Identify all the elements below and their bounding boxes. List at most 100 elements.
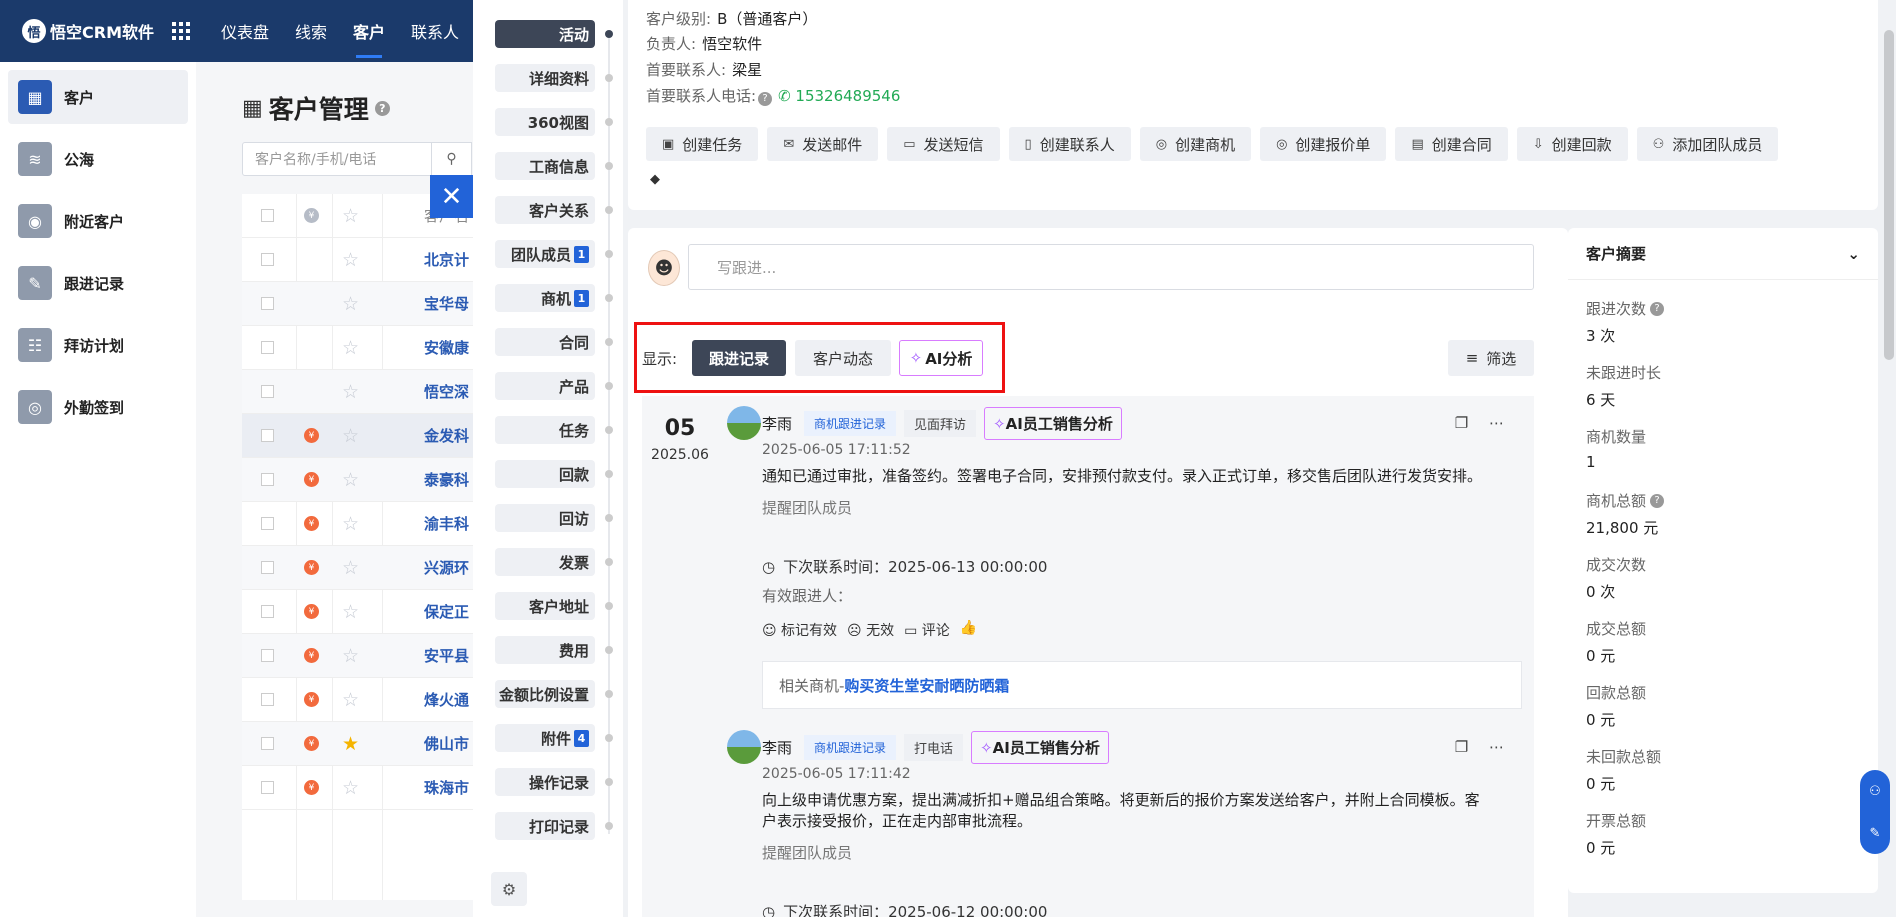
write-followup-input[interactable]: 写跟进... xyxy=(688,244,1534,290)
drawer-tab[interactable]: 合同 xyxy=(495,328,595,356)
drawer-tab[interactable]: 360视图 xyxy=(495,108,595,136)
sidebar-item-visit-plan[interactable]: ☷ 拜访计划 xyxy=(8,318,188,372)
action-button[interactable]: ▭ 发送短信 xyxy=(887,127,1000,161)
row-checkbox[interactable] xyxy=(261,517,274,530)
summary-header[interactable]: 客户摘要 ⌄ xyxy=(1568,228,1878,280)
star-icon[interactable]: ☆ xyxy=(342,777,359,799)
row-checkbox[interactable] xyxy=(261,429,274,442)
table-row[interactable]: ¥ ☆ 兴源环 xyxy=(242,546,502,590)
customer-name-link[interactable]: 保定正 xyxy=(424,601,480,622)
action-button[interactable]: ▤ 创建合同 xyxy=(1395,127,1508,161)
row-checkbox[interactable] xyxy=(261,649,274,662)
action-button[interactable]: ⇩ 创建回款 xyxy=(1516,127,1628,161)
drawer-tab[interactable]: 附件 4 xyxy=(495,724,595,752)
ai-sales-analysis-button[interactable]: ✧AI员工销售分析 xyxy=(984,406,1122,440)
table-row[interactable]: ¥ ☆ 安平县 xyxy=(242,634,502,678)
nav-customers[interactable]: 客户 xyxy=(340,0,398,62)
help-icon[interactable]: ? xyxy=(758,91,773,106)
sidebar-item-followups[interactable]: ✎ 跟进记录 xyxy=(8,256,188,310)
like-icon[interactable]: 👍 xyxy=(960,620,977,640)
drawer-tab[interactable]: 回访 xyxy=(495,504,595,532)
star-icon[interactable]: ☆ xyxy=(342,689,359,711)
star-icon[interactable]: ☆ xyxy=(342,337,359,359)
customer-name-link[interactable]: 兴源环 xyxy=(424,557,480,578)
table-row[interactable]: ¥ ☆ 保定正 xyxy=(242,590,502,634)
drawer-tab[interactable]: 操作记录 xyxy=(495,768,595,796)
search-input[interactable]: 客户名称/手机/电话 xyxy=(242,142,432,176)
scrollbar[interactable] xyxy=(1884,30,1894,360)
table-row[interactable]: ☆ 宝华母 xyxy=(242,282,502,326)
table-row[interactable]: ☆ 北京计 xyxy=(242,238,502,282)
phone-link[interactable]: ✆ 15326489546 xyxy=(778,87,900,105)
sidebar-item-public-pool[interactable]: ≋ 公海 xyxy=(8,132,188,186)
entry-more-icon[interactable]: ❐ ⋯ xyxy=(1455,738,1512,756)
customer-name-link[interactable]: 安徽康 xyxy=(424,337,480,358)
drawer-tab[interactable]: 团队成员 1 xyxy=(495,240,595,268)
customer-name-link[interactable]: 珠海市 xyxy=(424,777,480,798)
customer-name-link[interactable]: 北京计 xyxy=(424,249,480,270)
nav-leads[interactable]: 线索 xyxy=(282,0,340,62)
star-icon[interactable]: ★ xyxy=(342,733,359,755)
row-checkbox[interactable] xyxy=(261,781,274,794)
related-opportunity-link[interactable]: 购买资生堂安耐晒防晒霜 xyxy=(844,675,1009,696)
star-icon[interactable]: ☆ xyxy=(342,645,359,667)
drawer-tab[interactable]: 产品 xyxy=(495,372,595,400)
table-row[interactable]: ¥ ☆ 珠海市 xyxy=(242,766,502,810)
row-checkbox[interactable] xyxy=(261,253,274,266)
tab-followup-records[interactable]: 跟进记录 xyxy=(692,340,786,376)
help-icon[interactable]: ? xyxy=(1650,301,1665,316)
row-checkbox[interactable] xyxy=(261,737,274,750)
star-icon[interactable]: ☆ xyxy=(342,425,359,447)
star-icon[interactable]: ☆ xyxy=(342,381,359,403)
action-button[interactable]: ⚇ 添加团队成员 xyxy=(1636,127,1779,161)
row-checkbox[interactable] xyxy=(261,473,274,486)
nav-dashboard[interactable]: 仪表盘 xyxy=(208,0,282,62)
drawer-tab[interactable]: 商机 1 xyxy=(495,284,595,312)
tab-customer-activity[interactable]: 客户动态 xyxy=(795,340,891,376)
chevron-down-icon[interactable]: ⌄ xyxy=(1847,245,1860,263)
customer-name-link[interactable]: 泰豪科 xyxy=(424,469,480,490)
sidebar-item-field-checkin[interactable]: ◎ 外勤签到 xyxy=(8,380,188,434)
drawer-tab[interactable]: 工商信息 xyxy=(495,152,595,180)
filter-button[interactable]: ≡ 筛选 xyxy=(1448,340,1534,376)
row-checkbox[interactable] xyxy=(261,385,274,398)
table-row[interactable]: ¥ ☆ 泰豪科 xyxy=(242,458,502,502)
drawer-tab[interactable]: 打印记录 xyxy=(495,812,595,840)
settings-sliders-icon[interactable]: ⚙ xyxy=(491,872,527,906)
table-row[interactable]: ¥ ★ 佛山市 xyxy=(242,722,502,766)
edit-icon[interactable]: ✎ xyxy=(1870,826,1881,841)
customer-name-link[interactable]: 烽火通 xyxy=(424,689,480,710)
row-checkbox[interactable] xyxy=(261,341,274,354)
row-checkbox[interactable] xyxy=(261,561,274,574)
comment-button[interactable]: ▭ 评论 xyxy=(904,620,950,640)
related-opportunity[interactable]: 相关商机- 购买资生堂安耐晒防晒霜 xyxy=(762,661,1522,709)
entry-more-icon[interactable]: ❐ ⋯ xyxy=(1455,414,1512,432)
select-all-checkbox[interactable] xyxy=(261,209,274,222)
star-icon[interactable]: ☆ xyxy=(342,293,359,315)
mark-invalid-button[interactable]: ☹ 无效 xyxy=(847,620,894,640)
tab-ai-analysis[interactable]: ✧ AI分析 xyxy=(899,340,983,376)
app-logo[interactable]: 悟 悟空CRM软件 xyxy=(22,19,154,43)
table-row[interactable]: ¥ ☆ 金发科 xyxy=(242,414,502,458)
action-button[interactable]: ▯ 创建联系人 xyxy=(1008,127,1131,161)
row-checkbox[interactable] xyxy=(261,693,274,706)
drawer-tab[interactable]: 客户地址 xyxy=(495,592,595,620)
customer-name-link[interactable]: 悟空深 xyxy=(424,381,480,402)
action-button[interactable]: ◎ 创建商机 xyxy=(1139,127,1252,161)
action-button[interactable]: ◎ 创建报价单 xyxy=(1260,127,1387,161)
customer-name-link[interactable]: 渝丰科 xyxy=(424,513,480,534)
mark-valid-button[interactable]: ☺ 标记有效 xyxy=(762,620,837,640)
ai-sales-analysis-button[interactable]: ✧AI员工销售分析 xyxy=(971,730,1109,764)
close-drawer-button[interactable]: ✕ xyxy=(430,175,473,218)
sidebar-item-customers[interactable]: ▦ 客户 xyxy=(8,70,188,124)
table-row[interactable]: ☆ 安徽康 xyxy=(242,326,502,370)
customer-name-link[interactable]: 安平县 xyxy=(424,645,480,666)
table-row[interactable]: ☆ 悟空深 xyxy=(242,370,502,414)
drawer-tab[interactable]: 客户关系 xyxy=(495,196,595,224)
tool-icon[interactable]: ⚇ xyxy=(1869,784,1881,799)
star-icon[interactable]: ☆ xyxy=(342,513,359,535)
action-button[interactable]: ▣ 创建任务 xyxy=(646,127,759,161)
drawer-tab[interactable]: 详细资料 xyxy=(495,64,595,92)
sidebar-item-nearby[interactable]: ◉ 附近客户 xyxy=(8,194,188,248)
star-icon[interactable]: ☆ xyxy=(342,601,359,623)
